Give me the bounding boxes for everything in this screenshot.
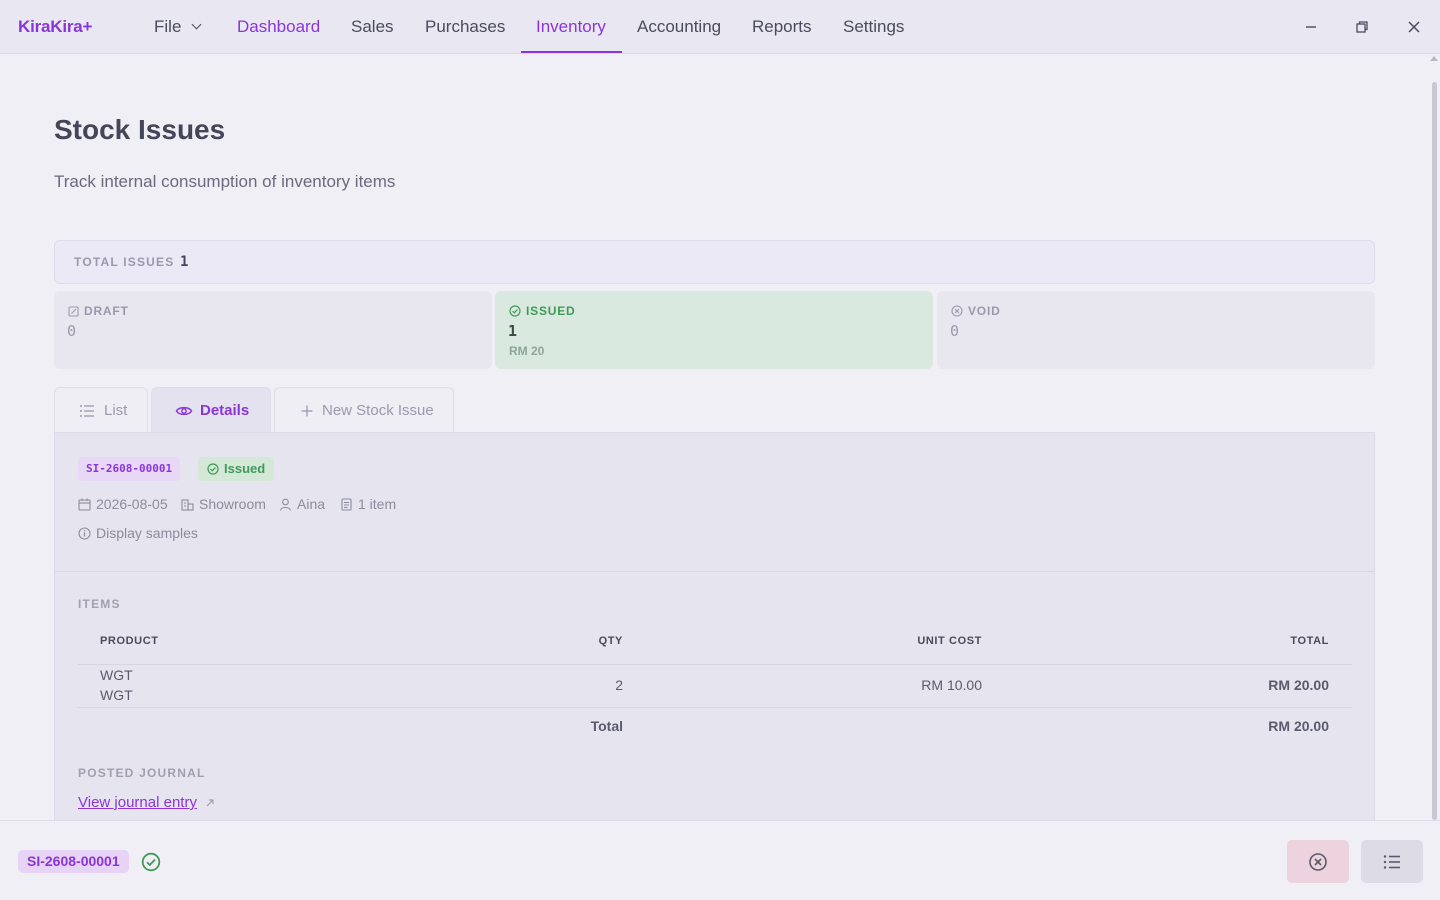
check-circle-icon	[207, 463, 219, 475]
meta-location-value: Showroom	[199, 496, 266, 512]
meta-user-value: Aina	[297, 496, 326, 512]
external-link-icon	[206, 798, 214, 806]
void-card[interactable]: VOID 0	[937, 291, 1375, 369]
doc-number-badge: SI-2608-00001	[78, 457, 181, 481]
page-subtitle: Track internal consumption of inventory …	[54, 172, 396, 191]
draft-value: 0	[67, 322, 77, 340]
footer-doc-badge: SI-2608-00001	[18, 850, 129, 873]
issued-amount: RM 20	[509, 344, 545, 358]
grand-total-value: RM 20.00	[1268, 718, 1329, 734]
void-value: 0	[950, 322, 960, 340]
nav-sales[interactable]: Sales	[351, 0, 394, 54]
col-qty: QTY	[598, 635, 623, 647]
x-circle-icon	[1309, 852, 1327, 871]
col-unit-cost: UNIT COST	[917, 635, 982, 647]
user-icon	[279, 498, 292, 511]
check-circle-icon	[509, 305, 521, 317]
nav-reports[interactable]: Reports	[752, 0, 812, 54]
calendar-icon	[78, 498, 91, 511]
bottom-bar: SI-2608-00001	[0, 820, 1440, 900]
page-title: Stock Issues	[54, 114, 226, 145]
note: Display samples	[78, 525, 198, 541]
issued-card[interactable]: ISSUED 1 RM 20	[495, 291, 933, 369]
view-journal-link[interactable]: View journal entry	[78, 794, 215, 811]
void-button[interactable]	[1287, 840, 1349, 883]
close-button[interactable]	[1400, 13, 1428, 41]
row-total: RM 20.00	[1268, 677, 1329, 693]
minimize-button[interactable]	[1297, 13, 1325, 41]
meta-date: 2026-08-05	[78, 496, 168, 512]
total-issues-value: 1	[180, 254, 189, 270]
grand-total-label: Total	[590, 718, 623, 734]
header-divider	[78, 664, 1352, 665]
issued-value: 1	[508, 322, 518, 340]
draft-card[interactable]: DRAFT 0	[54, 291, 492, 369]
restore-button[interactable]	[1348, 13, 1376, 41]
building-icon	[181, 498, 194, 511]
info-icon	[78, 526, 91, 540]
close-icon	[1408, 21, 1420, 33]
nav-inventory[interactable]: Inventory	[536, 0, 606, 54]
view-journal-label: View journal entry	[78, 794, 197, 811]
check-circle-icon	[141, 852, 161, 872]
items-section-label: ITEMS	[78, 597, 121, 611]
row-product-line1: WGT	[100, 667, 133, 683]
x-circle-icon	[951, 305, 963, 317]
row-divider	[78, 707, 1352, 708]
row-qty: 2	[615, 677, 623, 693]
journal-section-label: POSTED JOURNAL	[78, 766, 206, 780]
tab-details[interactable]: Details	[151, 387, 271, 433]
top-bar: KiraKira+ File Dashboard Sales Purchases…	[0, 0, 1440, 54]
col-product: PRODUCT	[100, 635, 159, 647]
issued-label: ISSUED	[526, 304, 576, 318]
menu-file[interactable]: File	[154, 0, 202, 54]
eye-icon	[175, 406, 193, 415]
meta-items: 1 item	[340, 496, 396, 512]
restore-icon	[1356, 21, 1368, 33]
minimize-icon	[1306, 26, 1316, 28]
app-logo[interactable]: KiraKira+	[18, 17, 92, 37]
tab-new-label: New Stock Issue	[322, 402, 434, 419]
col-total: TOTAL	[1290, 635, 1329, 647]
total-issues-bar: TOTAL ISSUES 1	[54, 240, 1375, 284]
document-icon	[341, 497, 352, 511]
active-tab-indicator	[521, 51, 622, 53]
nav-settings[interactable]: Settings	[843, 0, 904, 54]
tab-list[interactable]: List	[54, 387, 148, 433]
tab-list-label: List	[104, 402, 128, 419]
meta-location: Showroom	[181, 496, 266, 512]
list-view-button[interactable]	[1361, 840, 1423, 883]
tab-details-label: Details	[200, 402, 250, 419]
status-badge: Issued	[198, 457, 275, 481]
tab-new-stock-issue[interactable]: New Stock Issue	[274, 387, 454, 433]
draft-label: DRAFT	[84, 304, 129, 318]
meta-items-value: 1 item	[358, 496, 397, 512]
detail-panel: SI-2608-00001 Issued 2026-08-05 Showroom…	[54, 432, 1375, 832]
list-icon	[80, 404, 94, 417]
edit-icon	[68, 305, 79, 317]
meta-user: Aina	[279, 496, 325, 512]
scroll-up-arrow[interactable]	[1430, 56, 1438, 61]
plus-icon	[301, 405, 313, 416]
meta-date-value: 2026-08-05	[96, 496, 168, 512]
nav-accounting[interactable]: Accounting	[637, 0, 721, 54]
nav-dashboard[interactable]: Dashboard	[237, 0, 320, 54]
note-text: Display samples	[96, 525, 198, 541]
nav-purchases[interactable]: Purchases	[425, 0, 505, 54]
list-icon	[1383, 854, 1400, 869]
menu-file-label: File	[154, 17, 182, 36]
void-label: VOID	[968, 304, 1001, 318]
status-label: Issued	[224, 461, 266, 476]
row-unit-cost: RM 10.00	[921, 677, 982, 693]
scrollbar-thumb[interactable]	[1432, 82, 1437, 820]
total-issues-label: TOTAL ISSUES	[74, 255, 175, 269]
panel-divider	[55, 571, 1374, 572]
row-product-line2: WGT	[100, 687, 133, 703]
chevron-down-icon	[191, 19, 202, 30]
